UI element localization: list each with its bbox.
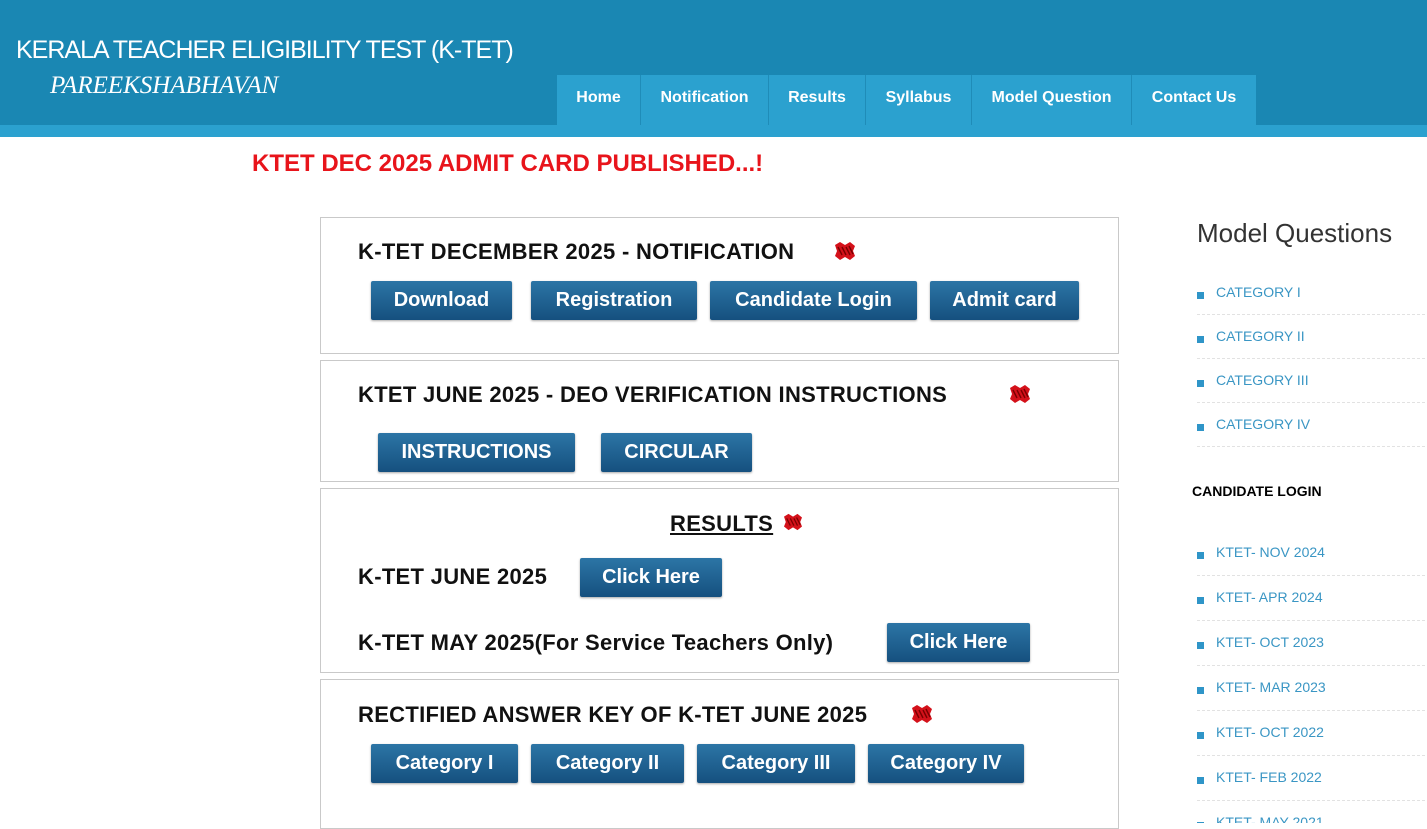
square-bullet-icon [1197,552,1204,559]
candidate-login-link[interactable]: KTET- APR 2024 [1216,589,1323,605]
model-question-item[interactable]: CATEGORY II [1197,315,1425,359]
notification-box: K-TET DECEMBER 2025 - NOTIFICATION Downl… [320,217,1119,354]
nav-results[interactable]: Results [769,75,866,125]
new-badge-icon [912,705,932,723]
candidate-login-link[interactable]: KTET- FEB 2022 [1216,769,1322,785]
candidate-login-button[interactable]: Candidate Login [710,281,917,320]
square-bullet-icon [1197,777,1204,784]
square-bullet-icon [1197,292,1204,299]
result-row-label: K-TET MAY 2025(For Service Teachers Only… [358,630,834,655]
candidate-login-item[interactable]: KTET- MAY 2021 [1197,801,1425,823]
notification-title: K-TET DECEMBER 2025 - NOTIFICATION [358,239,795,264]
nav-model-question[interactable]: Model Question [972,75,1132,125]
site-header: KERALA TEACHER ELIGIBILITY TEST (K-TET) … [0,0,1427,137]
square-bullet-icon [1197,380,1204,387]
candidate-login-heading: CANDIDATE LOGIN [1192,483,1322,499]
candidate-login-link[interactable]: KTET- MAY 2021 [1216,814,1324,823]
site-title: KERALA TEACHER ELIGIBILITY TEST (K-TET) [16,36,514,64]
new-badge-icon [1010,385,1030,403]
square-bullet-icon [1197,597,1204,604]
new-badge-icon [835,242,855,260]
site-subtitle: PAREEKSHABHAVAN [50,72,279,99]
candidate-login-item[interactable]: KTET- FEB 2022 [1197,756,1425,801]
deo-verification-title: KTET JUNE 2025 - DEO VERIFICATION INSTRU… [358,382,948,407]
candidate-login-link[interactable]: KTET- OCT 2022 [1216,724,1324,740]
new-badge-icon [784,513,802,531]
download-button[interactable]: Download [371,281,512,320]
candidate-login-item[interactable]: KTET- OCT 2023 [1197,621,1425,666]
category-i-button[interactable]: Category I [371,744,518,783]
deo-verification-box: KTET JUNE 2025 - DEO VERIFICATION INSTRU… [320,360,1119,482]
model-question-item[interactable]: CATEGORY I [1197,271,1425,315]
header-strip [0,125,1427,137]
model-questions-heading: Model Questions [1197,218,1393,248]
nav-syllabus[interactable]: Syllabus [866,75,972,125]
candidate-login-link[interactable]: KTET- MAR 2023 [1216,679,1326,695]
candidate-login-item[interactable]: KTET- MAR 2023 [1197,666,1425,711]
candidate-login-item[interactable]: KTET- OCT 2022 [1197,711,1425,756]
nav-contact-us[interactable]: Contact Us [1132,75,1256,125]
square-bullet-icon [1197,336,1204,343]
model-question-link[interactable]: CATEGORY IV [1216,416,1310,432]
model-question-link[interactable]: CATEGORY III [1216,372,1309,388]
circular-button[interactable]: CIRCULAR [601,433,752,472]
square-bullet-icon [1197,424,1204,431]
admit-card-button[interactable]: Admit card [930,281,1079,320]
answer-key-title: RECTIFIED ANSWER KEY OF K-TET JUNE 2025 [358,702,868,727]
registration-button[interactable]: Registration [531,281,697,320]
model-question-item[interactable]: CATEGORY IV [1197,403,1425,447]
model-questions-list: CATEGORY I CATEGORY II CATEGORY III CATE… [1197,271,1425,447]
square-bullet-icon [1197,732,1204,739]
announcement-banner[interactable]: KTET DEC 2025 ADMIT CARD PUBLISHED...! [252,150,763,178]
candidate-login-item[interactable]: KTET- NOV 2024 [1197,531,1425,576]
result-click-here-button[interactable]: Click Here [887,623,1030,662]
results-heading: RESULTS [670,511,774,536]
results-box: RESULTS K-TET JUNE 2025 Click Here K-TET… [320,488,1119,673]
category-iv-button[interactable]: Category IV [868,744,1024,783]
candidate-login-list: KTET- NOV 2024 KTET- APR 2024 KTET- OCT … [1197,531,1425,823]
result-row-label: K-TET JUNE 2025 [358,564,548,589]
model-question-item[interactable]: CATEGORY III [1197,359,1425,403]
nav-notification[interactable]: Notification [641,75,769,125]
model-question-link[interactable]: CATEGORY II [1216,328,1305,344]
square-bullet-icon [1197,642,1204,649]
model-question-link[interactable]: CATEGORY I [1216,284,1301,300]
candidate-login-item[interactable]: KTET- APR 2024 [1197,576,1425,621]
category-iii-button[interactable]: Category III [697,744,855,783]
answer-key-box: RECTIFIED ANSWER KEY OF K-TET JUNE 2025 … [320,679,1119,829]
nav-home[interactable]: Home [557,75,641,125]
main-nav: Home Notification Results Syllabus Model… [557,75,1256,125]
square-bullet-icon [1197,687,1204,694]
instructions-button[interactable]: INSTRUCTIONS [378,433,575,472]
result-click-here-button[interactable]: Click Here [580,558,722,597]
candidate-login-link[interactable]: KTET- NOV 2024 [1216,544,1325,560]
candidate-login-link[interactable]: KTET- OCT 2023 [1216,634,1324,650]
category-ii-button[interactable]: Category II [531,744,684,783]
